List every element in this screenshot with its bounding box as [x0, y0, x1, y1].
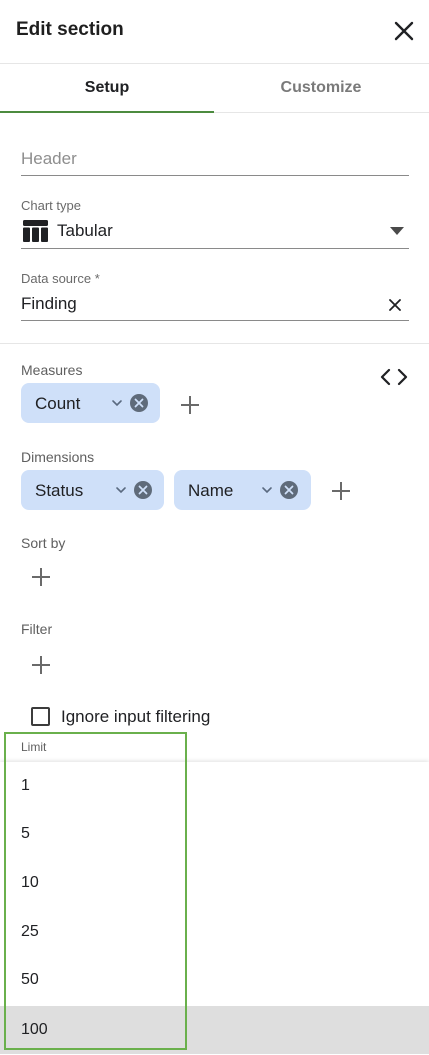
- chart-type-select[interactable]: Tabular: [57, 221, 113, 241]
- chevron-down-icon[interactable]: [261, 484, 273, 496]
- panel-title: Edit section: [16, 19, 124, 40]
- dimensions-label: Dimensions: [21, 449, 95, 465]
- chip-label: Status: [35, 481, 84, 500]
- data-source-input[interactable]: Finding: [21, 294, 77, 314]
- close-icon[interactable]: [391, 18, 417, 44]
- clear-icon[interactable]: [389, 299, 401, 311]
- dropdown-arrow-icon[interactable]: [390, 227, 404, 235]
- code-icon[interactable]: [380, 366, 408, 388]
- limit-option[interactable]: 50: [0, 956, 429, 1004]
- data-source-underline: [21, 320, 409, 321]
- chip-label: Name: [188, 481, 234, 500]
- chart-type-underline: [21, 248, 409, 249]
- remove-chip-icon[interactable]: [133, 480, 153, 500]
- limit-option[interactable]: 5: [0, 810, 429, 858]
- data-source-label: Data source *: [21, 271, 100, 286]
- limit-option-selected[interactable]: 100: [0, 1006, 429, 1054]
- table-icon: [23, 220, 48, 242]
- dimension-chip-name[interactable]: Name: [174, 470, 311, 510]
- tab-customize[interactable]: Customize: [214, 64, 428, 113]
- chart-type-label: Chart type: [21, 198, 81, 213]
- measures-label: Measures: [21, 362, 83, 378]
- tab-bar: Setup Customize: [0, 64, 429, 113]
- add-measure-icon[interactable]: [179, 394, 201, 416]
- add-filter-icon[interactable]: [30, 654, 52, 676]
- limit-options-menu: 1 5 10 25 50 100: [0, 762, 429, 1055]
- panel-header: Edit section: [0, 0, 429, 64]
- add-sort-icon[interactable]: [30, 566, 52, 588]
- section-divider: [0, 343, 429, 344]
- header-input[interactable]: Header: [21, 149, 77, 169]
- limit-option[interactable]: 1: [0, 762, 429, 810]
- ignore-input-filtering-label[interactable]: Ignore input filtering: [61, 707, 210, 727]
- measure-chip-count[interactable]: Count: [21, 383, 160, 423]
- add-dimension-icon[interactable]: [330, 480, 352, 502]
- dimension-chip-status[interactable]: Status: [21, 470, 164, 510]
- limit-label: Limit: [21, 740, 47, 754]
- tab-setup[interactable]: Setup: [0, 64, 214, 113]
- filter-label: Filter: [21, 621, 53, 637]
- chevron-down-icon[interactable]: [111, 397, 123, 409]
- sort-by-label: Sort by: [21, 535, 66, 551]
- chip-label: Count: [35, 394, 81, 413]
- limit-option[interactable]: 10: [0, 859, 429, 907]
- limit-option[interactable]: 25: [0, 908, 429, 956]
- chevron-down-icon[interactable]: [115, 484, 127, 496]
- ignore-input-filtering-checkbox[interactable]: [31, 707, 50, 726]
- remove-chip-icon[interactable]: [129, 393, 149, 413]
- remove-chip-icon[interactable]: [279, 480, 299, 500]
- header-input-underline: [21, 175, 409, 176]
